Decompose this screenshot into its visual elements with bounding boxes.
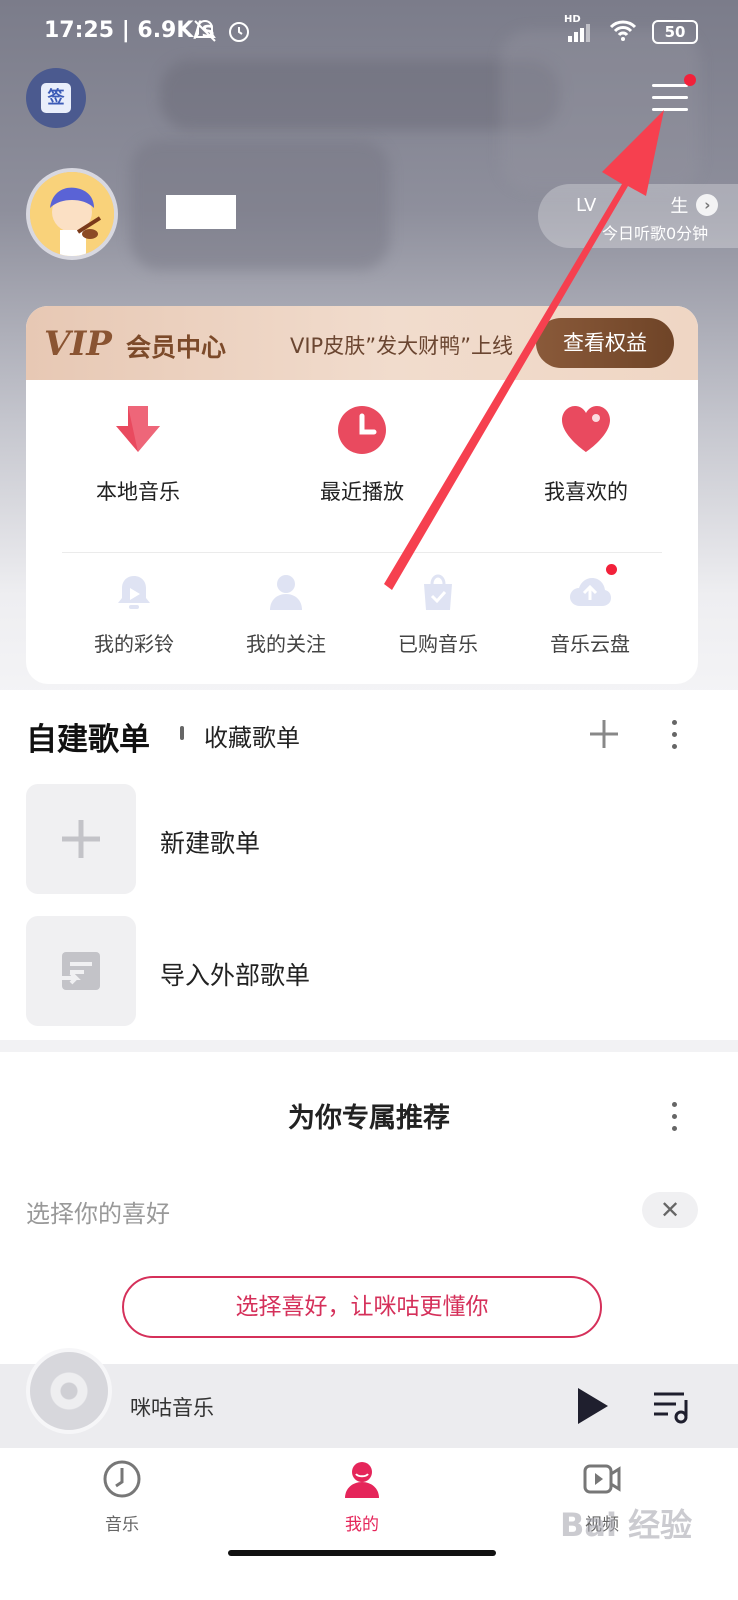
- avatar[interactable]: [26, 168, 118, 260]
- username[interactable]: [166, 195, 236, 229]
- recommend-section: 为你专属推荐 选择你的喜好 ✕ 选择喜好，让咪咕更懂你: [0, 1052, 738, 1364]
- level-row: LV 生 ›: [576, 192, 719, 218]
- tab-collected-playlists[interactable]: 收藏歌单: [204, 718, 300, 753]
- network-type: HD: [564, 14, 581, 25]
- home-indicator[interactable]: [228, 1550, 496, 1556]
- shortcut-label: 我的关注: [246, 632, 326, 656]
- download-arrow-icon: [110, 402, 166, 458]
- status-time: 17:25 | 6.9K/s: [44, 18, 215, 43]
- sign-label: 签: [47, 88, 65, 108]
- alarm-clock-icon: [226, 18, 252, 48]
- choose-preference-button[interactable]: 选择喜好，让咪咕更懂你: [122, 1276, 602, 1338]
- shortcut-label: 我喜欢的: [544, 480, 628, 504]
- level-badge[interactable]: LV 生 › 今日听歌0分钟: [538, 184, 738, 248]
- shortcut-favorites[interactable]: 我喜欢的: [516, 402, 656, 506]
- shortcut-local-music[interactable]: 本地音乐: [68, 402, 208, 506]
- notification-dot: [606, 564, 617, 575]
- tab-my-playlists[interactable]: 自建歌单: [26, 714, 150, 759]
- nav-label: 我的: [345, 1515, 379, 1535]
- queue-icon: [654, 1392, 688, 1424]
- more-dot: [672, 744, 677, 749]
- playlist-queue-button[interactable]: [652, 1388, 692, 1424]
- vip-center-label: 会员中心: [126, 333, 227, 362]
- playlist-section: 自建歌单 收藏歌单 新建歌单 导入外部歌单: [0, 690, 738, 1040]
- mute-bell-icon: [192, 18, 218, 48]
- divider: [62, 552, 662, 553]
- more-dot: [672, 732, 677, 737]
- import-icon: [26, 916, 136, 1026]
- more-options-button[interactable]: [660, 714, 690, 754]
- mini-player[interactable]: 咪咕音乐: [0, 1348, 738, 1448]
- tab-music[interactable]: 音乐: [62, 1458, 182, 1535]
- signal-icon: HD: [564, 14, 594, 44]
- plus-icon: [590, 720, 618, 748]
- import-playlist-row[interactable]: 导入外部歌单: [26, 916, 626, 1026]
- shortcut-label: 本地音乐: [96, 480, 180, 504]
- shortcut-purchased[interactable]: 已购音乐: [368, 570, 508, 657]
- recommend-title: 为你专属推荐: [288, 1103, 450, 1134]
- menu-button[interactable]: [648, 74, 696, 120]
- music-disc-icon: [101, 1458, 143, 1500]
- heart-icon: [558, 402, 614, 458]
- vip-logo: VIP: [44, 324, 112, 364]
- shortcut-label: 我的彩铃: [94, 632, 174, 656]
- plus-icon: [26, 784, 136, 894]
- level-text: LV: [576, 194, 597, 216]
- preference-prompt: 选择你的喜好: [26, 1200, 170, 1228]
- nav-label: 音乐: [105, 1515, 139, 1535]
- vip-promo: VIP皮肤”发大财鸭”上线: [290, 334, 513, 358]
- clock-icon: [334, 402, 390, 458]
- more-dot: [672, 1114, 677, 1119]
- shortcut-ringtone[interactable]: 我的彩铃: [64, 570, 204, 657]
- wifi-icon: [608, 18, 638, 46]
- shortcut-label: 最近播放: [320, 480, 404, 504]
- status-icons: HD 50: [564, 14, 698, 46]
- player-title: 咪咕音乐: [130, 1396, 214, 1420]
- shortcut-label: 音乐云盘: [550, 632, 630, 656]
- menu-line: [652, 84, 688, 87]
- album-disc-icon: [26, 1348, 112, 1434]
- more-dot: [672, 1102, 677, 1107]
- calendar-sign-icon: 签: [41, 83, 71, 113]
- vip-card: VIP 会员中心 VIP皮肤”发大财鸭”上线 查看权益 本地音乐 最近播放 我喜…: [26, 306, 698, 684]
- shortcut-following[interactable]: 我的关注: [216, 570, 356, 657]
- playlist-label: 导入外部歌单: [160, 961, 311, 990]
- add-playlist-button[interactable]: [584, 714, 624, 754]
- listen-today: 今日听歌0分钟: [602, 224, 709, 243]
- menu-line: [652, 96, 688, 99]
- shortcut-label: 已购音乐: [398, 632, 478, 656]
- more-dot: [672, 1126, 677, 1131]
- battery-indicator: 50: [652, 20, 698, 44]
- play-button[interactable]: [572, 1384, 612, 1428]
- sign-in-button[interactable]: 签: [26, 68, 86, 128]
- tab-separator: [180, 726, 184, 740]
- tab-mine[interactable]: 我的: [302, 1458, 422, 1535]
- shopping-bag-icon: [416, 570, 460, 614]
- cloud-upload-icon: [568, 570, 612, 614]
- more-dot: [672, 720, 677, 725]
- new-playlist-row[interactable]: 新建歌单: [26, 784, 626, 894]
- status-bar: 17:25 | 6.9K/s HD 50: [0, 0, 738, 64]
- avatar-illustration: [30, 172, 114, 256]
- recommend-more-button[interactable]: [660, 1096, 690, 1136]
- chevron-right-icon: ›: [696, 194, 719, 216]
- close-icon[interactable]: ✕: [642, 1192, 698, 1228]
- shortcut-recent[interactable]: 最近播放: [292, 402, 432, 506]
- view-benefits-button[interactable]: 查看权益: [536, 318, 674, 368]
- watermark: Bai 经验: [560, 1506, 693, 1544]
- notification-dot: [684, 74, 696, 86]
- shortcut-cloud-drive[interactable]: 音乐云盘: [520, 564, 660, 657]
- person-icon: [264, 570, 308, 614]
- video-icon: [581, 1458, 623, 1500]
- user-icon: [341, 1458, 383, 1500]
- play-icon: [578, 1388, 608, 1424]
- ringtone-bell-icon: [112, 570, 156, 614]
- playlist-label: 新建歌单: [160, 829, 261, 858]
- level-title-tail: 生: [670, 196, 689, 217]
- vip-bar[interactable]: VIP 会员中心 VIP皮肤”发大财鸭”上线 查看权益: [26, 306, 698, 380]
- menu-line: [652, 108, 688, 111]
